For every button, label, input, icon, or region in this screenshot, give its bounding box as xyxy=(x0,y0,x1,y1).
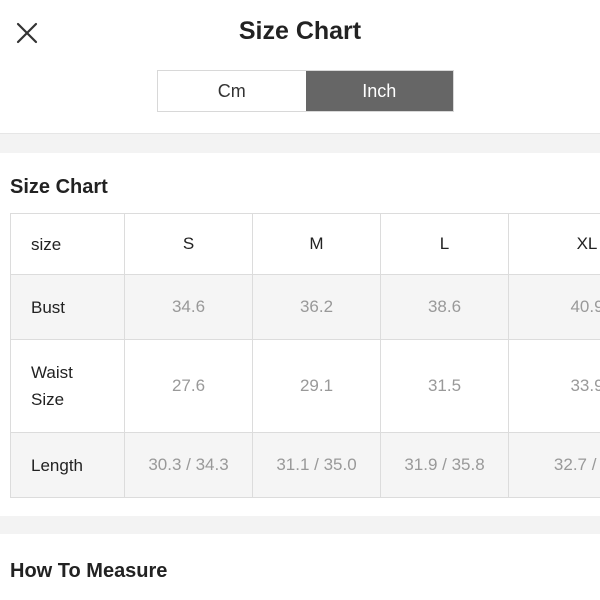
section-divider xyxy=(0,516,600,534)
row-label-text: Waist xyxy=(31,363,73,382)
row-label-text: Bust xyxy=(31,297,66,317)
table-cell: 40.9 xyxy=(508,274,600,340)
row-label-text: Size xyxy=(31,390,65,409)
row-label: Waist Size xyxy=(10,339,125,433)
size-table-container[interactable]: size S M L XL Bust 34.6 36.2 38.6 40.9 W… xyxy=(10,213,600,498)
table-cell: 29.1 xyxy=(252,339,381,433)
size-chart-heading: Size Chart xyxy=(10,176,108,198)
how-to-measure-heading: How To Measure xyxy=(10,560,168,582)
unit-option-inch[interactable]: Inch xyxy=(305,71,453,111)
header-cell: M xyxy=(252,213,381,275)
header-cell: S xyxy=(124,213,253,275)
table-cell: 31.9 / 35.8 xyxy=(380,432,509,498)
table-row: Waist Size 27.6 29.1 31.5 33.9 xyxy=(10,339,600,433)
size-table: size S M L XL Bust 34.6 36.2 38.6 40.9 W… xyxy=(10,213,600,498)
section-divider xyxy=(0,133,600,153)
top-bar: Size Chart xyxy=(0,0,600,66)
unit-option-cm[interactable]: Cm xyxy=(158,71,306,111)
table-cell: 30.3 / 34.3 xyxy=(124,432,253,498)
row-label: Bust xyxy=(10,274,125,340)
table-header-row: size S M L XL xyxy=(10,213,600,275)
table-cell: 31.1 / 35.0 xyxy=(252,432,381,498)
row-label-text: Length xyxy=(31,455,83,475)
table-cell: 27.6 xyxy=(124,339,253,433)
table-cell: 33.9 xyxy=(508,339,600,433)
table-row: Length 30.3 / 34.3 31.1 / 35.0 31.9 / 35… xyxy=(10,432,600,498)
row-label: Length xyxy=(10,432,125,498)
table-cell: 36.2 xyxy=(252,274,381,340)
header-cell: XL xyxy=(508,213,600,275)
unit-toggle: Cm Inch xyxy=(157,70,454,112)
table-row: Bust 34.6 36.2 38.6 40.9 xyxy=(10,274,600,340)
table-cell: 38.6 xyxy=(380,274,509,340)
table-cell: 34.6 xyxy=(124,274,253,340)
table-cell: 32.7 / 36 xyxy=(508,432,600,498)
page-title: Size Chart xyxy=(238,17,362,45)
header-cell: size xyxy=(10,213,125,275)
header-cell: L xyxy=(380,213,509,275)
table-cell: 31.5 xyxy=(380,339,509,433)
